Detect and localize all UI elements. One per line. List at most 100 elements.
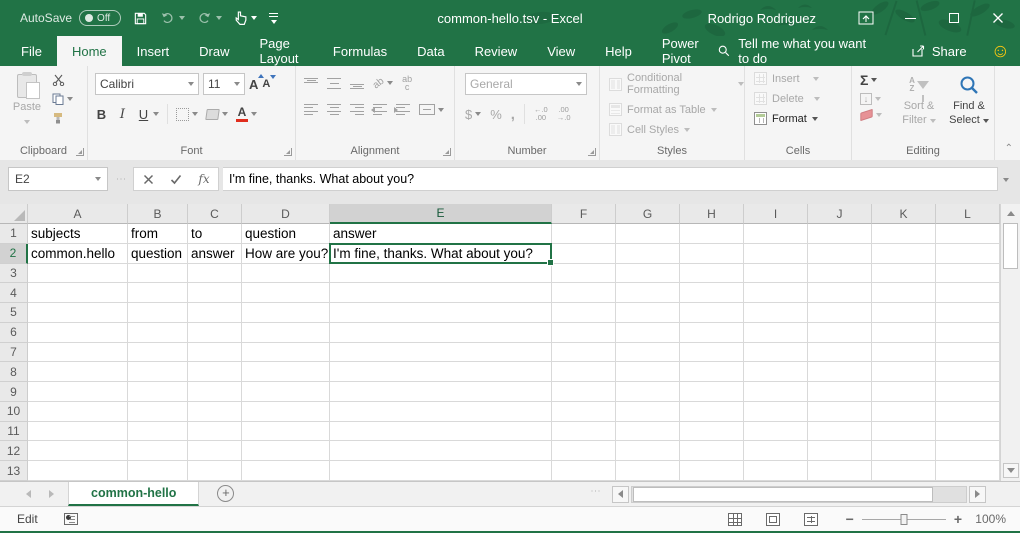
orientation-button[interactable]: ab [373, 78, 393, 89]
cell-J6[interactable] [808, 323, 872, 343]
column-header-G[interactable]: G [616, 204, 680, 224]
column-header-H[interactable]: H [680, 204, 744, 224]
cell-K9[interactable] [872, 382, 936, 402]
cell-H5[interactable] [680, 303, 744, 323]
font-name-select[interactable]: Calibri [95, 73, 199, 95]
column-header-B[interactable]: B [128, 204, 188, 224]
cell-K4[interactable] [872, 283, 936, 303]
cell-D13[interactable] [242, 461, 330, 481]
cell-K11[interactable] [872, 422, 936, 442]
format-cells-button[interactable]: Format [754, 112, 820, 125]
align-left-button[interactable] [304, 104, 318, 115]
borders-button[interactable] [176, 108, 198, 121]
undo-button[interactable] [160, 11, 185, 25]
collapse-ribbon-icon[interactable]: ⌃^ [1005, 143, 1013, 154]
cell-H3[interactable] [680, 264, 744, 284]
cell-styles-button[interactable]: Cell Styles [609, 123, 744, 136]
fill-color-button[interactable] [206, 109, 228, 120]
cell-A2[interactable]: common.hello [28, 244, 128, 264]
cell-L8[interactable] [936, 362, 1000, 382]
new-sheet-button[interactable]: + [217, 485, 234, 502]
row-header-11[interactable]: 11 [0, 422, 28, 442]
cell-A11[interactable] [28, 422, 128, 442]
cell-D3[interactable] [242, 264, 330, 284]
cell-D5[interactable] [242, 303, 330, 323]
cell-G3[interactable] [616, 264, 680, 284]
insert-function-button[interactable]: fx [190, 172, 218, 186]
tab-page-layout[interactable]: Page Layout [245, 36, 318, 66]
fill-button[interactable]: ↓ [860, 93, 882, 105]
cell-E12[interactable] [330, 441, 552, 461]
zoom-slider[interactable] [862, 519, 946, 520]
cell-B10[interactable] [128, 402, 188, 422]
cell-I2[interactable] [744, 244, 808, 264]
cell-E11[interactable] [330, 422, 552, 442]
cell-C12[interactable] [188, 441, 242, 461]
cell-I4[interactable] [744, 283, 808, 303]
formula-input[interactable]: I'm fine, thanks. What about you? [223, 167, 998, 191]
page-break-preview-button[interactable] [792, 513, 830, 526]
cell-D11[interactable] [242, 422, 330, 442]
column-header-J[interactable]: J [808, 204, 872, 224]
font-color-button[interactable]: A [236, 106, 257, 122]
cell-H6[interactable] [680, 323, 744, 343]
tab-data[interactable]: Data [402, 36, 459, 66]
redo-button[interactable] [197, 11, 222, 25]
decrease-font-size-button[interactable]: A [262, 78, 270, 90]
cell-F9[interactable] [552, 382, 616, 402]
insert-cells-button[interactable]: Insert [754, 72, 820, 85]
tab-formulas[interactable]: Formulas [318, 36, 402, 66]
cell-C11[interactable] [188, 422, 242, 442]
column-header-I[interactable]: I [744, 204, 808, 224]
cell-F1[interactable] [552, 224, 616, 244]
cell-B7[interactable] [128, 343, 188, 363]
cell-K8[interactable] [872, 362, 936, 382]
cell-B6[interactable] [128, 323, 188, 343]
cell-C6[interactable] [188, 323, 242, 343]
cell-F11[interactable] [552, 422, 616, 442]
cell-A5[interactable] [28, 303, 128, 323]
cell-B8[interactable] [128, 362, 188, 382]
sheet-tab-common-hello[interactable]: common-hello [68, 482, 199, 506]
row-header-4[interactable]: 4 [0, 283, 28, 303]
cell-C3[interactable] [188, 264, 242, 284]
horizontal-scrollbar-thumb[interactable] [633, 487, 933, 502]
cell-F8[interactable] [552, 362, 616, 382]
zoom-slider-thumb[interactable] [900, 514, 907, 525]
tab-view[interactable]: View [532, 36, 590, 66]
format-painter-button[interactable] [52, 112, 73, 124]
cell-K10[interactable] [872, 402, 936, 422]
column-header-F[interactable]: F [552, 204, 616, 224]
cell-F5[interactable] [552, 303, 616, 323]
cell-L1[interactable] [936, 224, 1000, 244]
account-user-name[interactable]: Rodrigo Rodriguez [708, 11, 816, 26]
cell-A6[interactable] [28, 323, 128, 343]
scroll-right-icon[interactable] [969, 486, 986, 503]
save-button[interactable] [133, 11, 148, 26]
cell-B13[interactable] [128, 461, 188, 481]
cell-B3[interactable] [128, 264, 188, 284]
cell-A10[interactable] [28, 402, 128, 422]
share-button[interactable]: Share [911, 44, 983, 59]
ribbon-display-options-button[interactable] [844, 0, 888, 36]
wrap-text-button[interactable]: ab c [402, 75, 412, 91]
cell-H10[interactable] [680, 402, 744, 422]
cell-J8[interactable] [808, 362, 872, 382]
tab-home[interactable]: Home [57, 36, 122, 66]
cell-L3[interactable] [936, 264, 1000, 284]
cell-I1[interactable] [744, 224, 808, 244]
italic-button[interactable]: I [116, 107, 129, 122]
cell-H11[interactable] [680, 422, 744, 442]
cell-F12[interactable] [552, 441, 616, 461]
tab-power-pivot[interactable]: Power Pivot [647, 36, 718, 66]
cell-B4[interactable] [128, 283, 188, 303]
cell-H4[interactable] [680, 283, 744, 303]
column-header-C[interactable]: C [188, 204, 242, 224]
cell-H7[interactable] [680, 343, 744, 363]
tab-draw[interactable]: Draw [184, 36, 244, 66]
comma-format-button[interactable]: , [511, 106, 515, 123]
cell-C7[interactable] [188, 343, 242, 363]
cell-G4[interactable] [616, 283, 680, 303]
cell-F4[interactable] [552, 283, 616, 303]
cell-L6[interactable] [936, 323, 1000, 343]
